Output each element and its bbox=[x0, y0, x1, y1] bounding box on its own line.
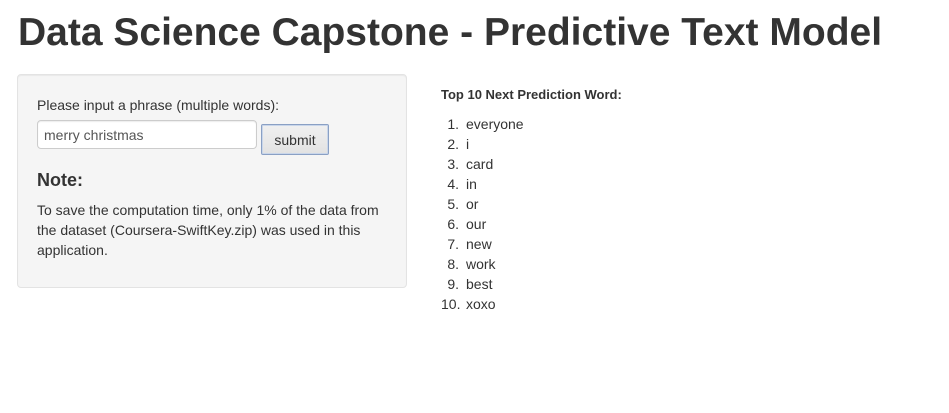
prediction-word: in bbox=[466, 176, 477, 192]
phrase-input-label: Please input a phrase (multiple words): bbox=[37, 97, 280, 113]
prediction-item: 1. everyone bbox=[441, 114, 524, 134]
prediction-item: 8. work bbox=[441, 254, 524, 274]
prediction-number: 3. bbox=[447, 156, 459, 172]
prediction-number: 10. bbox=[441, 296, 461, 312]
prediction-item: 6. our bbox=[441, 214, 524, 234]
prediction-word: best bbox=[466, 276, 493, 292]
prediction-word: work bbox=[466, 256, 496, 272]
prediction-word: or bbox=[466, 196, 479, 212]
prediction-number: 7. bbox=[447, 236, 459, 252]
page-title: Data Science Capstone - Predictive Text … bbox=[18, 11, 883, 54]
prediction-word: our bbox=[466, 216, 487, 232]
prediction-number: 5. bbox=[447, 196, 459, 212]
prediction-number: 6. bbox=[447, 216, 459, 232]
prediction-word: everyone bbox=[466, 116, 524, 132]
prediction-number: 8. bbox=[447, 256, 459, 272]
note-heading: Note: bbox=[37, 170, 83, 190]
sidebar-panel: Please input a phrase (multiple words): … bbox=[17, 74, 407, 288]
prediction-item: 5. or bbox=[441, 194, 524, 214]
submit-button[interactable]: submit bbox=[261, 124, 329, 155]
prediction-number: 2. bbox=[447, 136, 459, 152]
note-text: To save the computation time, only 1% of… bbox=[37, 202, 379, 258]
page: Data Science Capstone - Predictive Text … bbox=[0, 0, 949, 413]
prediction-item: 7. new bbox=[441, 234, 524, 254]
prediction-item: 4. in bbox=[441, 174, 524, 194]
prediction-item: 2. i bbox=[441, 134, 524, 154]
prediction-heading: Top 10 Next Prediction Word: bbox=[441, 87, 622, 102]
prediction-list: 1. everyone 2. i 3. card 4. in 5. or 6. our 7.… bbox=[441, 114, 524, 314]
prediction-word: i bbox=[466, 136, 470, 152]
prediction-item: 9. best bbox=[441, 274, 524, 294]
prediction-word: new bbox=[466, 236, 492, 252]
phrase-input[interactable] bbox=[37, 120, 257, 149]
prediction-word: card bbox=[466, 156, 494, 172]
prediction-item: 10. xoxo bbox=[441, 294, 524, 314]
prediction-number: 4. bbox=[447, 176, 459, 192]
prediction-number: 9. bbox=[447, 276, 459, 292]
prediction-word: xoxo bbox=[466, 296, 496, 312]
prediction-number: 1. bbox=[447, 116, 459, 132]
prediction-item: 3. card bbox=[441, 154, 524, 174]
